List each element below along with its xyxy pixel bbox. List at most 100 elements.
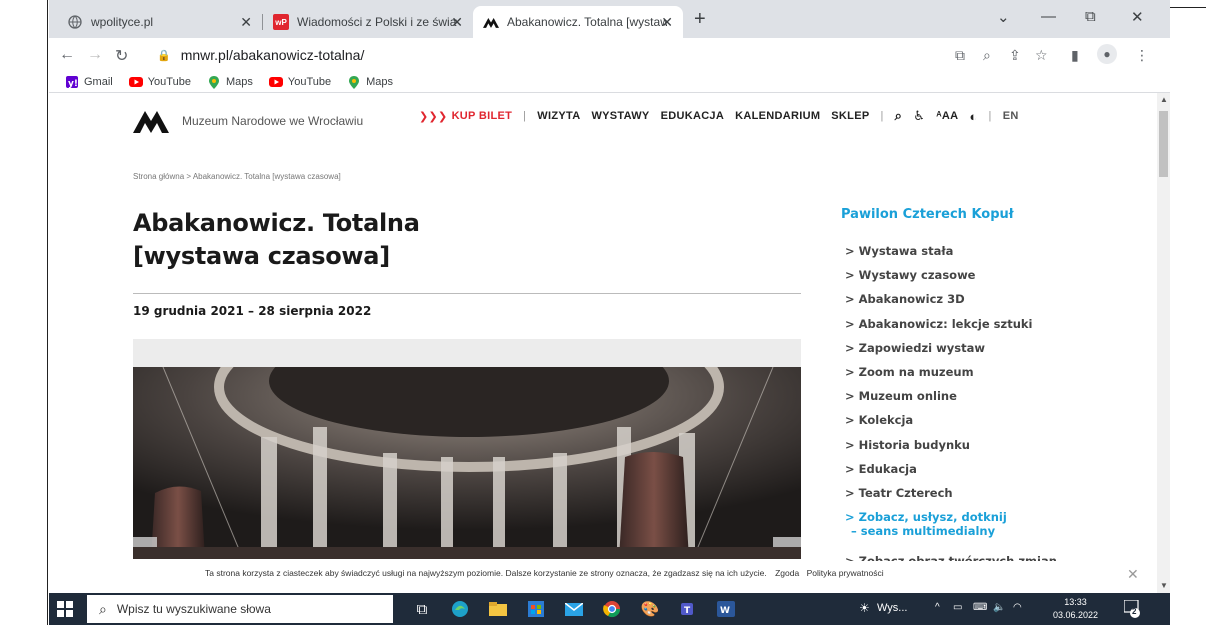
museum-name[interactable]: Muzeum Narodowe we Wrocławiu: [182, 114, 363, 128]
page-scrollbar[interactable]: ▲ ▼: [1157, 93, 1170, 593]
sidebar-item[interactable]: > Wystawy czasowe: [845, 263, 1057, 287]
sidebar-item[interactable]: > Zapowiedzi wystaw: [845, 336, 1057, 360]
svg-text:T: T: [684, 606, 691, 616]
sidebar-item[interactable]: > Abakanowicz 3D: [845, 287, 1057, 311]
sidebar-item[interactable]: > Historia budynku: [845, 433, 1057, 457]
tab-close-icon[interactable]: ✕: [661, 14, 673, 31]
gmail-icon: y!: [65, 76, 79, 88]
volume-icon[interactable]: 🔈: [993, 602, 1005, 613]
close-window-button[interactable]: ✕: [1131, 8, 1144, 26]
edge-icon[interactable]: [447, 597, 473, 621]
cookie-close-icon[interactable]: ✕: [1127, 566, 1139, 583]
nav-item-wystawy[interactable]: WYSTAWY: [591, 110, 649, 122]
cookie-agree-link[interactable]: Zgoda: [775, 568, 799, 578]
nav-item-edukacja[interactable]: EDUKACJA: [661, 110, 725, 122]
bookmark-youtube[interactable]: YouTube: [268, 76, 332, 88]
contrast-icon[interactable]: ◐: [969, 109, 977, 124]
sidebar-item-label: – seans multimedialny: [851, 524, 996, 539]
sidebar-item-active[interactable]: > Zobacz, usłysz, dotknij – seans multim…: [845, 505, 1057, 553]
show-hidden-icons[interactable]: ^: [935, 602, 940, 613]
bookmark-star-icon[interactable]: ☆: [1035, 47, 1048, 64]
network-icon[interactable]: ◠: [1013, 602, 1022, 613]
font-size-toggle[interactable]: ᴬAA: [936, 110, 958, 122]
forward-arrow-icon[interactable]: →: [87, 46, 103, 64]
exhibition-photo: [133, 367, 801, 559]
sidebar-item[interactable]: > Teatr Czterech: [845, 481, 1057, 505]
address-bar[interactable]: 🔒 mnwr.pl/abakanowicz-totalna/: [157, 42, 997, 68]
svg-text:W: W: [720, 606, 730, 616]
sidebar-item[interactable]: > Muzeum online: [845, 384, 1057, 408]
bookmark-label: Gmail: [84, 76, 113, 88]
paint-icon[interactable]: 🎨: [637, 597, 663, 621]
tab-search-icon[interactable]: ⌄: [997, 8, 1010, 26]
tab-close-icon[interactable]: ✕: [451, 14, 463, 31]
side-panel-icon[interactable]: ▮: [1071, 47, 1079, 64]
browser-window: wpolityce.pl ✕ wP Wiadomości z Polski i …: [49, 0, 1170, 625]
museum-logo[interactable]: [133, 109, 169, 133]
main-nav: ❯❯❯ KUP BILET | WIZYTA WYSTAWY EDUKACJA …: [419, 108, 1019, 124]
language-icon[interactable]: ⌨: [973, 602, 987, 613]
weather-icon[interactable]: ☀: [859, 601, 870, 615]
menu-dots-icon[interactable]: ⋮: [1135, 47, 1149, 64]
nav-item-kalendarium[interactable]: KALENDARIUM: [735, 110, 820, 122]
cookie-text: Ta strona korzysta z ciasteczek aby świa…: [205, 568, 767, 578]
breadcrumb[interactable]: Strona główna > Abakanowicz. Totalna [wy…: [133, 172, 341, 181]
maximize-button[interactable]: ⧉: [1085, 8, 1096, 25]
cookie-banner: Ta strona korzysta z ciasteczek aby świa…: [49, 561, 1157, 593]
accessibility-icon[interactable]: ♿: [913, 108, 925, 124]
bookmark-maps[interactable]: Maps: [207, 75, 253, 89]
outer-frame-line: [1170, 0, 1206, 8]
nav-separator: |: [880, 110, 884, 122]
clock-time: 13:33: [1064, 597, 1087, 607]
sidebar-heading[interactable]: Pawilon Czterech Kopuł: [841, 207, 1014, 222]
weather-label[interactable]: Wys...: [877, 602, 907, 614]
profile-avatar[interactable]: ●: [1097, 44, 1117, 64]
sidebar-item[interactable]: > Zoom na muzeum: [845, 360, 1057, 384]
taskbar-clock[interactable]: 13:33 03.06.2022: [1053, 596, 1098, 622]
mail-icon[interactable]: [561, 597, 587, 621]
taskbar-search[interactable]: ⌕ Wpisz tu wyszukiwane słowa: [87, 595, 393, 623]
windows-start-icon[interactable]: [57, 601, 73, 617]
sidebar-item[interactable]: > Edukacja: [845, 457, 1057, 481]
word-icon[interactable]: W: [713, 597, 739, 621]
chrome-icon[interactable]: [599, 597, 625, 621]
translate-icon[interactable]: ⧉: [955, 47, 965, 64]
page-title-line: Abakanowicz. Totalna: [133, 209, 420, 237]
bookmark-maps[interactable]: Maps: [347, 75, 393, 89]
sidebar-item[interactable]: > Abakanowicz: lekcje sztuki: [845, 312, 1057, 336]
url-text: mnwr.pl/abakanowicz-totalna/: [180, 47, 365, 63]
outer-frame: [0, 0, 48, 625]
cookie-privacy-link[interactable]: Polityka prywatności: [807, 568, 884, 578]
zoom-icon[interactable]: ⌕: [983, 47, 991, 64]
wp-icon: wP: [273, 14, 289, 30]
bookmark-label: YouTube: [287, 76, 332, 88]
sidebar-item[interactable]: > Wystawa stała: [845, 239, 1057, 263]
search-icon[interactable]: ⌕: [895, 108, 903, 124]
reload-icon[interactable]: ↻: [115, 46, 128, 66]
bookmark-gmail[interactable]: y! Gmail: [65, 76, 113, 88]
tab-close-icon[interactable]: ✕: [240, 14, 252, 31]
back-arrow-icon[interactable]: ←: [59, 46, 75, 64]
task-view-icon[interactable]: ⧉: [409, 597, 435, 621]
browser-toolbar: ← → ↻ 🔒 mnwr.pl/abakanowicz-totalna/ ⧉ ⌕…: [49, 38, 1170, 72]
file-explorer-icon[interactable]: [485, 597, 511, 621]
minimize-button[interactable]: —: [1041, 8, 1056, 25]
web-page: Muzeum Narodowe we Wrocławiu ❯❯❯ KUP BIL…: [49, 93, 1157, 593]
share-icon[interactable]: ⇪: [1009, 47, 1021, 64]
scroll-thumb[interactable]: [1159, 111, 1168, 177]
bookmark-youtube[interactable]: YouTube: [128, 76, 191, 88]
scroll-up-icon[interactable]: ▲: [1160, 95, 1168, 104]
nav-item-wizyta[interactable]: WIZYTA: [537, 110, 580, 122]
teams-icon[interactable]: T: [675, 597, 701, 621]
tab-wpolityce[interactable]: wpolityce.pl ✕: [57, 6, 262, 38]
tab-abakanowicz[interactable]: Abakanowicz. Totalna [wystawa c ✕: [473, 6, 683, 38]
new-tab-button[interactable]: +: [694, 8, 706, 31]
tab-wp[interactable]: wP Wiadomości z Polski i ze świata ✕: [263, 6, 473, 38]
nav-item-sklep[interactable]: SKLEP: [831, 110, 869, 122]
scroll-down-icon[interactable]: ▼: [1160, 581, 1168, 590]
buy-ticket-link[interactable]: KUP BILET: [452, 110, 513, 122]
language-switch[interactable]: EN: [1003, 110, 1019, 122]
store-icon[interactable]: [523, 597, 549, 621]
sidebar-item[interactable]: > Kolekcja: [845, 408, 1057, 432]
battery-icon[interactable]: ▭: [953, 602, 962, 613]
